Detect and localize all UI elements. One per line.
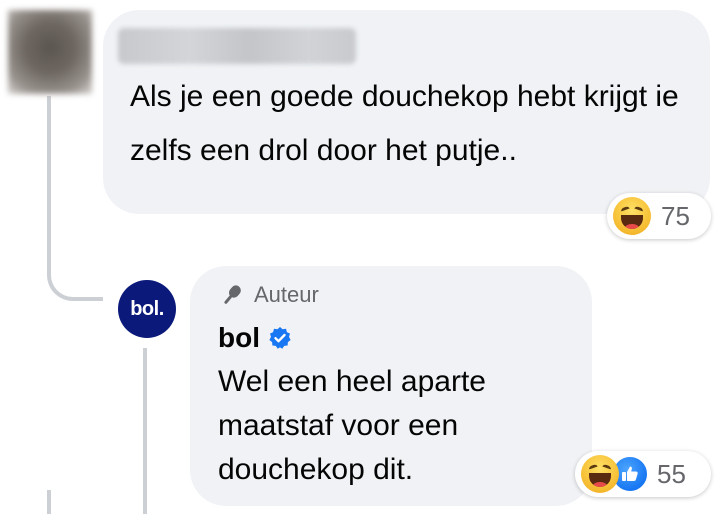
reply-author-name[interactable]: bol [218,322,260,354]
reaction-count: 75 [661,200,690,231]
verified-badge-icon [269,327,291,349]
comment-reactions[interactable]: 75 [607,193,711,239]
bol-avatar[interactable]: bol. [118,280,176,338]
commenter-avatar[interactable] [8,10,92,94]
comment-text: Als je een goede douchekop hebt krijgt i… [130,80,679,167]
commenter-name-redacted[interactable] [118,28,356,64]
reply-text: Wel een heel aparte maatstaf voor een do… [218,365,486,486]
author-badge: Auteur [218,282,319,308]
author-badge-label: Auteur [254,282,319,307]
reaction-count: 55 [657,458,686,489]
haha-emoji-icon [581,455,619,493]
reply-author[interactable]: bol [218,322,292,354]
microphone-icon [224,285,241,304]
thread-connector [47,245,103,301]
thread-line [47,490,51,514]
haha-emoji-icon [613,197,651,235]
reply-thread-line [143,348,147,514]
reply-reactions[interactable]: 55 [575,451,711,497]
